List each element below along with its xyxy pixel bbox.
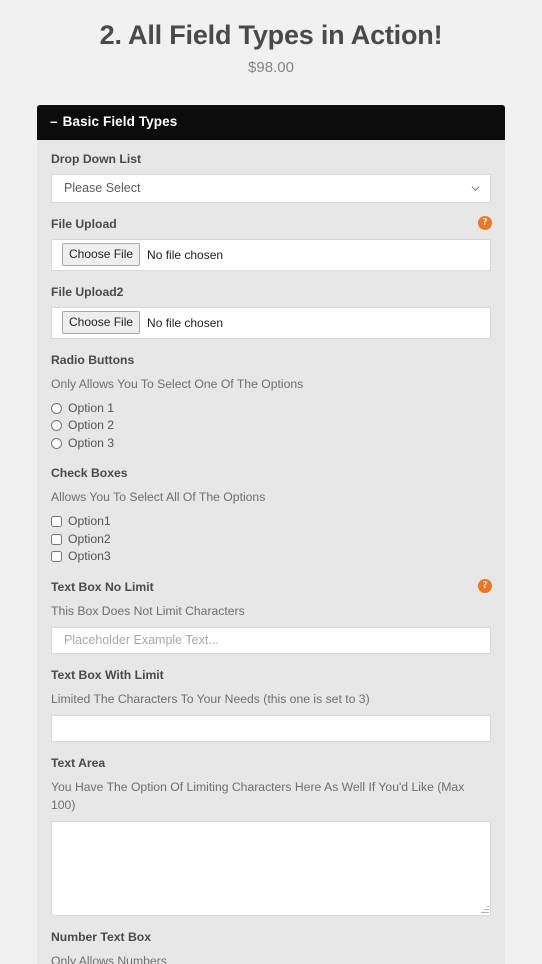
field-desc-number-text-box: Only Allows Numbers	[51, 953, 167, 964]
product-options-form: – Basic Field Types Drop Down List Please…	[37, 105, 505, 964]
field-label-text-area: Text Area	[51, 755, 106, 770]
text-box-with-limit-input[interactable]	[51, 714, 491, 742]
section-body-basic-field-types: Drop Down List Please Select File Upload…	[37, 140, 505, 964]
checkbox-option-row[interactable]: Option1	[51, 513, 491, 531]
field-label-drop-down-list: Drop Down List	[51, 151, 142, 166]
radio-option-1[interactable]	[51, 402, 62, 414]
field-label-number-text-box: Number Text Box	[51, 929, 151, 944]
radio-option-3[interactable]	[51, 437, 62, 449]
section-basic-field-types: – Basic Field Types Drop Down List Please…	[37, 105, 505, 964]
field-file-upload: File Upload ? Choose File No file chosen	[51, 215, 492, 271]
product-price: $98.00	[248, 59, 294, 76]
page-title: 2. All Field Types in Action!	[99, 20, 443, 50]
field-file-upload2: File Upload2 Choose File No file chosen	[51, 284, 491, 339]
section-header-basic-field-types[interactable]: – Basic Field Types	[37, 105, 505, 140]
field-desc-text-area: You Have The Option Of Limiting Characte…	[51, 779, 465, 812]
file-upload2-status: No file chosen	[147, 315, 224, 330]
radio-option-3-label: Option 3	[68, 435, 115, 450]
field-label-file-upload2: File Upload2	[51, 284, 124, 299]
checkbox-option-1-label: Option1	[68, 514, 111, 529]
help-icon[interactable]: ?	[478, 578, 492, 593]
field-desc-text-box-no-limit: This Box Does Not Limit Characters	[51, 603, 245, 618]
drop-down-list-wrapper: Please Select	[51, 173, 491, 203]
field-number-text-box: Number Text Box Only Allows Numbers	[51, 929, 491, 964]
checkbox-option-row[interactable]: Option3	[51, 548, 491, 566]
field-label-file-upload: File Upload	[51, 216, 117, 231]
file-upload-status: No file chosen	[147, 247, 224, 262]
field-text-box-with-limit: Text Box With Limit Limited The Characte…	[51, 667, 491, 742]
collapse-toggle-icon[interactable]: –	[50, 115, 58, 129]
drop-down-list-select[interactable]: Please Select	[51, 173, 491, 203]
section-title: Basic Field Types	[62, 114, 178, 129]
file-upload2-input[interactable]: Choose File No file chosen	[51, 306, 491, 339]
choose-file-button[interactable]: Choose File	[62, 243, 141, 266]
text-area-wrapper	[51, 820, 491, 916]
help-icon[interactable]: ?	[478, 215, 492, 230]
radio-option-list: Option 1 Option 2 Option 3	[51, 400, 491, 453]
checkbox-option-3-label: Option3	[68, 549, 111, 564]
checkbox-option-list: Option1 Option2 Option3	[51, 513, 491, 566]
radio-option-row[interactable]: Option 2	[51, 417, 491, 435]
field-desc-radio-buttons: Only Allows You To Select One Of The Opt…	[51, 376, 304, 391]
checkbox-option-3[interactable]	[51, 551, 62, 563]
field-text-area: Text Area You Have The Option Of Limitin…	[51, 755, 491, 916]
field-label-text-box-with-limit: Text Box With Limit	[51, 667, 164, 682]
field-radio-buttons: Radio Buttons Only Allows You To Select …	[51, 352, 491, 453]
text-area-input[interactable]	[51, 820, 491, 916]
field-check-boxes: Check Boxes Allows You To Select All Of …	[51, 465, 491, 566]
checkbox-option-row[interactable]: Option2	[51, 531, 491, 549]
product-header: 2. All Field Types in Action! $98.00	[0, 0, 542, 78]
file-upload-input[interactable]: Choose File No file chosen	[51, 238, 491, 271]
field-label-radio-buttons: Radio Buttons	[51, 352, 135, 367]
radio-option-2[interactable]	[51, 420, 62, 432]
radio-option-row[interactable]: Option 1	[51, 400, 491, 418]
checkbox-option-1[interactable]	[51, 516, 62, 528]
product-page: 2. All Field Types in Action! $98.00 – Ba…	[0, 0, 542, 964]
choose-file-button-2[interactable]: Choose File	[62, 311, 141, 334]
radio-option-row[interactable]: Option 3	[51, 435, 491, 453]
field-drop-down-list: Drop Down List Please Select	[51, 151, 491, 203]
field-label-check-boxes: Check Boxes	[51, 466, 128, 480]
field-desc-check-boxes: Allows You To Select All Of The Options	[51, 490, 266, 504]
checkbox-option-2-label: Option2	[68, 531, 111, 546]
text-box-no-limit-input[interactable]	[51, 626, 491, 654]
checkbox-option-2[interactable]	[51, 533, 62, 545]
radio-option-1-label: Option 1	[68, 400, 115, 415]
field-label-text-box-no-limit: Text Box No Limit	[51, 579, 154, 594]
radio-option-2-label: Option 2	[68, 418, 115, 433]
field-desc-text-box-with-limit: Limited The Characters To Your Needs (th…	[51, 691, 370, 706]
field-text-box-no-limit: Text Box No Limit ? This Box Does Not Li…	[51, 578, 492, 654]
